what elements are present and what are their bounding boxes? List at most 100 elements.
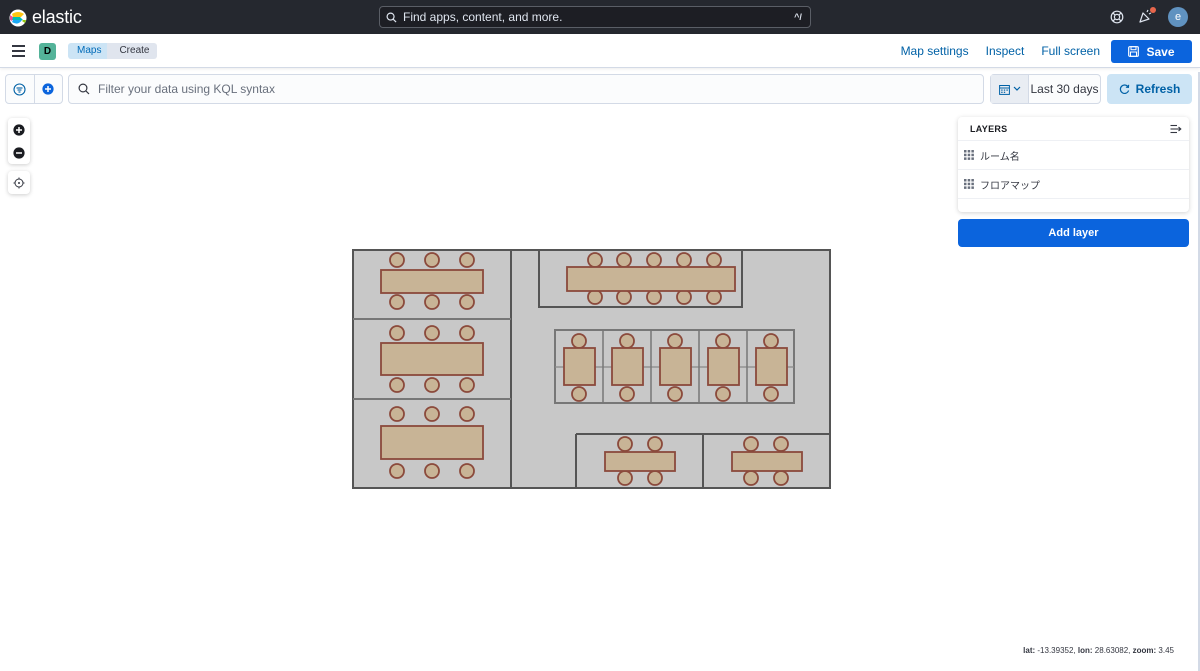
chair bbox=[706, 252, 722, 268]
floor-map-image[interactable] bbox=[352, 249, 832, 490]
table bbox=[604, 451, 676, 472]
layer-item[interactable]: フロアマップ bbox=[958, 170, 1189, 199]
grid-icon bbox=[964, 179, 974, 189]
table bbox=[380, 269, 484, 294]
search-icon bbox=[386, 12, 397, 23]
chair bbox=[424, 463, 440, 479]
lat-label: lat: bbox=[1023, 646, 1036, 655]
table bbox=[380, 425, 484, 460]
breadcrumb-maps[interactable]: Maps bbox=[68, 43, 115, 59]
elastic-logo[interactable]: elastic bbox=[9, 7, 82, 28]
chair bbox=[646, 289, 662, 305]
table bbox=[731, 451, 803, 472]
chair bbox=[424, 406, 440, 422]
layers-panel: LAYERS ルーム名 フロアマップ bbox=[958, 117, 1189, 212]
collapse-panel-icon[interactable] bbox=[1170, 124, 1182, 134]
chair bbox=[676, 252, 692, 268]
zoom-out-button[interactable] bbox=[8, 141, 30, 164]
chair bbox=[389, 406, 405, 422]
inspect-link[interactable]: Inspect bbox=[986, 44, 1025, 58]
chair bbox=[676, 289, 692, 305]
full-screen-link[interactable]: Full screen bbox=[1041, 44, 1100, 58]
chair bbox=[619, 333, 635, 349]
breadcrumb: Maps Create bbox=[68, 43, 158, 59]
chair bbox=[389, 377, 405, 393]
layers-title: LAYERS bbox=[970, 123, 1008, 134]
breadcrumb-create: Create bbox=[107, 43, 158, 59]
filter-button-group bbox=[5, 74, 63, 104]
chair bbox=[743, 436, 759, 452]
zoom-in-button[interactable] bbox=[8, 118, 30, 141]
chair bbox=[616, 252, 632, 268]
chair bbox=[617, 470, 633, 486]
chair bbox=[616, 289, 632, 305]
chair bbox=[763, 386, 779, 402]
map-coordinates: lat: -13.39352, lon: 28.63082, zoom: 3.4… bbox=[1023, 646, 1174, 655]
crosshair-icon bbox=[13, 177, 25, 188]
date-picker[interactable]: Last 30 days bbox=[990, 74, 1101, 104]
chair bbox=[389, 325, 405, 341]
saved-query-button[interactable] bbox=[6, 75, 34, 103]
zoom-value: 3.45 bbox=[1158, 646, 1174, 655]
query-bar: Filter your data using KQL syntax Last 3… bbox=[0, 72, 1200, 108]
chair bbox=[667, 333, 683, 349]
layer-name: フロアマップ bbox=[980, 180, 1040, 192]
chair bbox=[587, 289, 603, 305]
chair bbox=[571, 386, 587, 402]
add-layer-button[interactable]: Add layer bbox=[958, 219, 1189, 247]
map-settings-link[interactable]: Map settings bbox=[901, 44, 969, 58]
set-view-button[interactable] bbox=[8, 171, 30, 194]
save-label: Save bbox=[1146, 44, 1175, 59]
zoom-control bbox=[8, 118, 30, 164]
chair bbox=[715, 386, 731, 402]
kql-search-input[interactable]: Filter your data using KQL syntax bbox=[68, 74, 984, 104]
minus-icon bbox=[13, 146, 25, 159]
chair bbox=[743, 470, 759, 486]
refresh-label: Refresh bbox=[1135, 82, 1181, 96]
date-range-label[interactable]: Last 30 days bbox=[1029, 75, 1100, 103]
user-avatar[interactable]: e bbox=[1168, 7, 1188, 27]
help-icon[interactable] bbox=[1110, 10, 1124, 24]
chair bbox=[459, 325, 475, 341]
save-icon bbox=[1128, 46, 1140, 57]
menu-icon[interactable] bbox=[12, 45, 25, 57]
chair bbox=[459, 294, 475, 310]
table bbox=[707, 347, 740, 386]
layers-header: LAYERS bbox=[958, 117, 1189, 141]
brand-name: elastic bbox=[32, 7, 82, 27]
calendar-icon bbox=[998, 84, 1010, 95]
chevron-down-icon bbox=[1013, 86, 1020, 91]
chair bbox=[459, 252, 475, 268]
space-avatar[interactable]: D bbox=[39, 43, 56, 60]
chair bbox=[773, 436, 789, 452]
header-actions: e bbox=[1110, 7, 1188, 27]
saved-query-icon bbox=[13, 82, 27, 96]
global-search-input[interactable]: Find apps, content, and more. ^/ bbox=[379, 6, 811, 28]
save-button[interactable]: Save bbox=[1111, 40, 1192, 63]
grid-icon bbox=[964, 150, 974, 160]
chair bbox=[389, 252, 405, 268]
chair bbox=[646, 252, 662, 268]
chair bbox=[647, 436, 663, 452]
global-search-placeholder: Find apps, content, and more. bbox=[403, 10, 563, 24]
chair bbox=[389, 463, 405, 479]
refresh-button[interactable]: Refresh bbox=[1107, 74, 1192, 104]
chair bbox=[424, 252, 440, 268]
table bbox=[380, 342, 484, 376]
zoom-label: zoom: bbox=[1132, 646, 1157, 655]
layer-item[interactable]: ルーム名 bbox=[958, 141, 1189, 170]
elastic-logo-icon bbox=[9, 9, 27, 26]
newsfeed-button[interactable] bbox=[1138, 7, 1156, 25]
table bbox=[563, 347, 596, 386]
quick-select-button[interactable] bbox=[991, 75, 1029, 103]
chair bbox=[773, 470, 789, 486]
kql-placeholder: Filter your data using KQL syntax bbox=[98, 82, 275, 96]
chair bbox=[667, 386, 683, 402]
chair bbox=[647, 470, 663, 486]
map-controls bbox=[8, 118, 30, 194]
chair bbox=[763, 333, 779, 349]
table bbox=[611, 347, 644, 386]
chair bbox=[424, 294, 440, 310]
add-filter-button[interactable] bbox=[33, 75, 62, 103]
locate-control bbox=[8, 171, 30, 194]
